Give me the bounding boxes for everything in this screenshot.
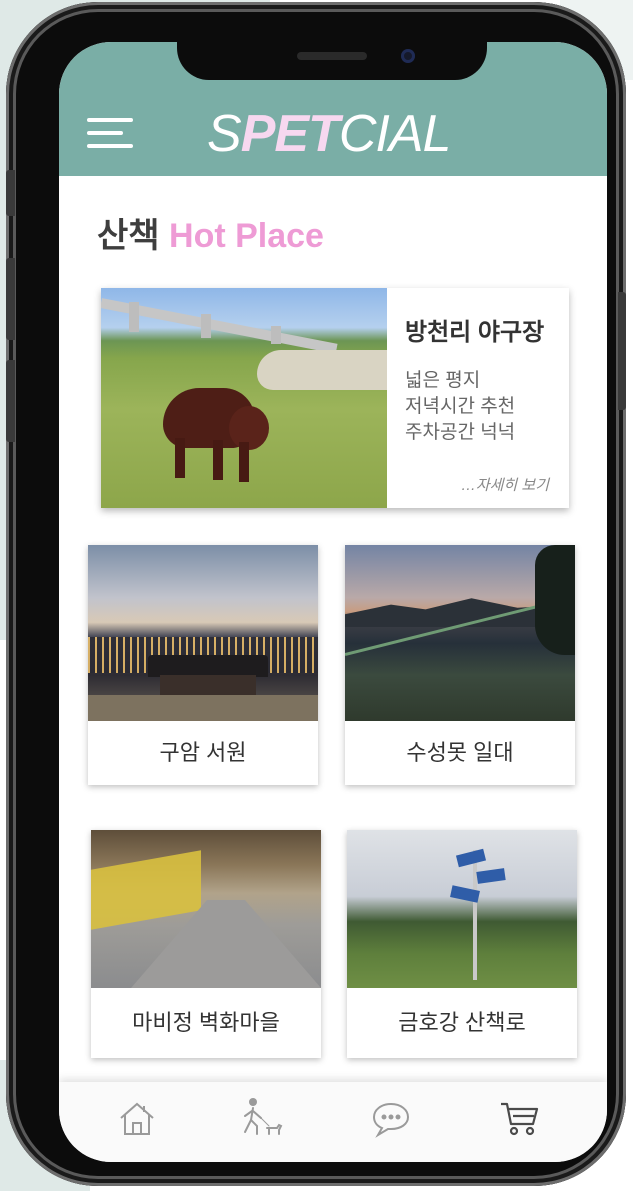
place-card[interactable]: 마비정 벽화마을 — [91, 830, 321, 1058]
menu-button[interactable] — [87, 116, 135, 152]
app-screen: SPETCIAL 산책 Hot Place 방천리 야구장 넓은 평지 저녁시간… — [59, 42, 607, 1162]
place-name: 수성못 일대 — [406, 740, 514, 765]
featured-place-card[interactable]: 방천리 야구장 넓은 평지 저녁시간 추천 주차공간 넉넉 …자세히 보기 — [101, 288, 569, 508]
volume-down-button — [6, 360, 15, 442]
featured-place-title: 방천리 야구장 — [405, 319, 545, 346]
view-details-link[interactable]: …자세히 보기 — [461, 474, 549, 495]
notch — [177, 42, 487, 80]
nav-walk[interactable] — [239, 1096, 283, 1140]
app-logo[interactable]: SPETCIAL — [207, 104, 451, 164]
place-card[interactable]: 구암 서원 — [88, 545, 318, 785]
section-title: 산책 Hot Place — [97, 217, 324, 255]
hamburger-icon — [87, 118, 133, 122]
place-photo — [345, 545, 575, 721]
place-name: 마비정 벽화마을 — [132, 1010, 280, 1035]
nav-chat[interactable] — [369, 1096, 413, 1140]
nav-cart[interactable] — [497, 1096, 541, 1140]
bottom-navigation — [59, 1082, 607, 1162]
place-photo — [347, 830, 577, 988]
nav-home[interactable] — [115, 1096, 159, 1140]
featured-place-info: 방천리 야구장 넓은 평지 저녁시간 추천 주차공간 넉넉 …자세히 보기 — [387, 288, 569, 508]
camera-icon — [401, 49, 415, 63]
place-card[interactable]: 금호강 산책로 — [347, 830, 577, 1058]
place-photo — [91, 830, 321, 988]
phone-frame: SPETCIAL 산책 Hot Place 방천리 야구장 넓은 평지 저녁시간… — [6, 2, 626, 1186]
cart-icon — [501, 1102, 539, 1136]
place-card[interactable]: 수성못 일대 — [345, 545, 575, 785]
place-photo — [88, 545, 318, 721]
speaker — [297, 52, 367, 60]
featured-place-details: 넓은 평지 저녁시간 추천 주차공간 넉넉 — [405, 370, 516, 443]
walk-icon — [244, 1098, 283, 1135]
place-name: 금호강 산책로 — [398, 1010, 526, 1035]
home-icon — [120, 1102, 154, 1135]
featured-place-photo — [101, 288, 387, 508]
mute-switch — [6, 170, 15, 216]
power-button — [618, 292, 626, 410]
place-name: 구암 서원 — [159, 740, 247, 765]
volume-up-button — [6, 258, 15, 340]
chat-icon — [372, 1102, 410, 1138]
